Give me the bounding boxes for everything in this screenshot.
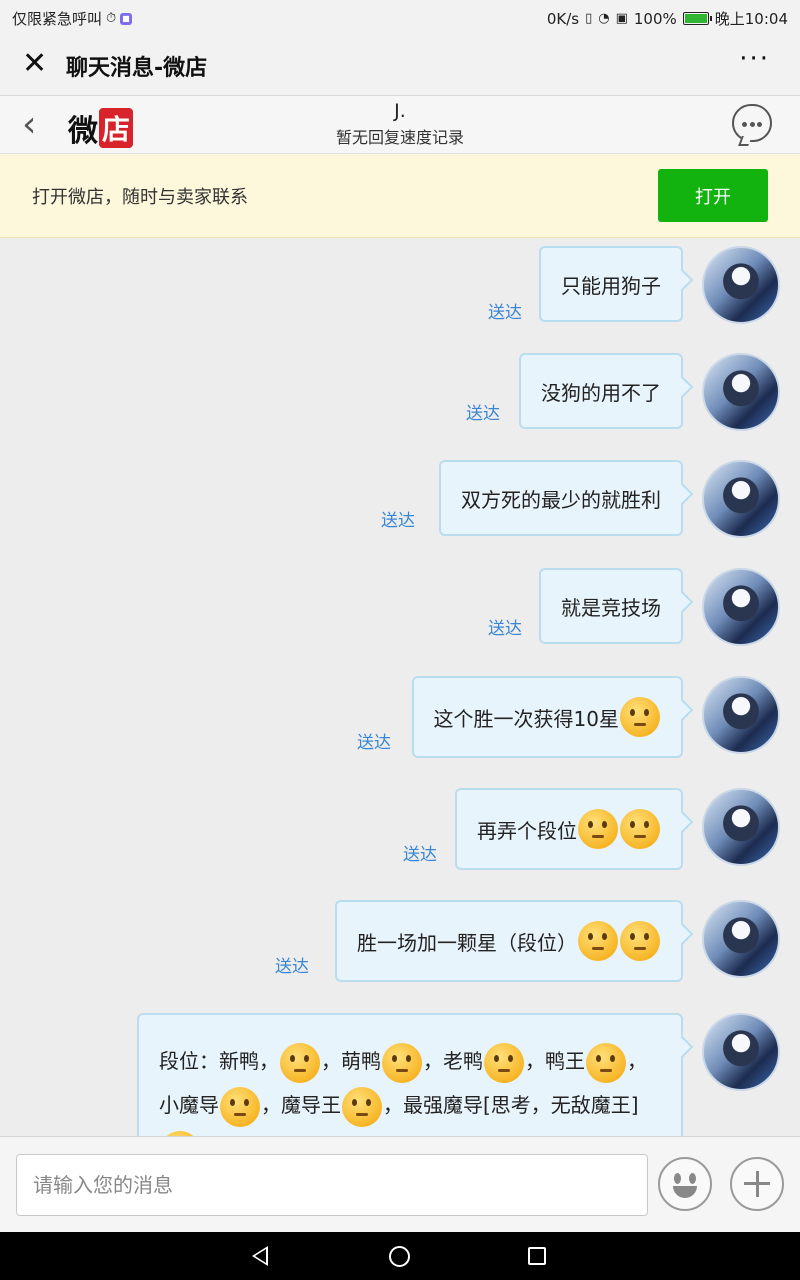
thinking-face-icon (342, 1086, 382, 1127)
alarm-icon: ⏱ (106, 11, 117, 26)
vibrate-icon: ▯ (585, 11, 593, 26)
message-bubble[interactable]: 再弄个段位 (455, 788, 683, 870)
app-notification-icon: ■ (120, 12, 132, 25)
message-bubble[interactable]: 没狗的用不了 (519, 353, 683, 429)
message-bubble[interactable]: 只能用狗子 (539, 246, 683, 322)
status-bar: 仅限紧急呼叫 ⏱ ■ 0K/s ▯ ◔ ▣ 100% 晚上10:04 (0, 0, 800, 34)
delivery-status: 送达 (488, 619, 522, 639)
thinking-face-icon (586, 1042, 626, 1083)
delivery-status: 送达 (357, 733, 391, 753)
chat-message-list[interactable]: 只能用狗子 送达 没狗的用不了 送达 双方死的最少的就胜利 送达 就是竞技场 送… (0, 238, 800, 1136)
network-speed: 0K/s (546, 9, 580, 28)
clock: 晚上10:04 (714, 10, 788, 28)
avatar[interactable] (702, 568, 780, 646)
thinking-face-icon (620, 921, 660, 961)
avatar[interactable] (702, 788, 780, 866)
banner-text: 打开微店，随时与卖家联系 (32, 187, 248, 208)
nav-back-icon[interactable] (252, 1246, 268, 1266)
thinking-face-icon (620, 697, 660, 737)
message-input-bar (0, 1136, 800, 1232)
peer-name: J. (394, 100, 406, 122)
message-bubble[interactable]: 胜一场加一颗星（段位） (335, 900, 683, 982)
delivery-status: 送达 (403, 845, 437, 865)
message-bubble[interactable]: 双方死的最少的就胜利 (439, 460, 683, 536)
message-input[interactable] (16, 1154, 648, 1216)
avatar[interactable] (702, 353, 780, 431)
message-bubble[interactable]: 段位：新鸭， ，萌鸭 ，老鸭 ，鸭王 ，小魔导 ，魔导王 ，最强魔导[思考，无敌魔王] (137, 1013, 683, 1136)
nav-recents-icon[interactable] (528, 1247, 546, 1265)
open-app-button[interactable]: 打开 (658, 169, 768, 222)
nav-home-icon[interactable] (389, 1246, 410, 1267)
thinking-face-icon (280, 1042, 320, 1083)
thinking-face-icon (578, 921, 618, 961)
close-icon[interactable]: ✕ (22, 48, 54, 80)
thinking-face-icon (484, 1042, 524, 1083)
avatar[interactable] (702, 460, 780, 538)
avatar[interactable] (702, 900, 780, 978)
avatar[interactable] (702, 676, 780, 754)
webview-header: ✕ 聊天消息-微店 ··· (0, 34, 800, 96)
delivery-status: 送达 (381, 511, 415, 531)
message-bubble[interactable]: 这个胜一次获得10星 (411, 676, 683, 758)
system-nav-bar (0, 1232, 800, 1280)
shop-header: ‹ 微 店 J. 暂无回复速度记录 (0, 96, 800, 154)
wifi-icon: ◔ (598, 11, 610, 26)
emoji-picker-icon[interactable] (658, 1157, 712, 1211)
delivery-status: 送达 (466, 404, 500, 424)
delivery-status: 送达 (488, 303, 522, 323)
chat-peer-info: J. 暂无回复速度记录 (0, 100, 800, 148)
page-title: 聊天消息-微店 (66, 56, 208, 81)
battery-saver-icon: ▣ (615, 11, 628, 26)
message-bubble-icon[interactable] (732, 104, 772, 142)
open-app-banner: 打开微店，随时与卖家联系 打开 (0, 154, 800, 238)
thinking-face-icon (382, 1042, 422, 1083)
carrier-text: 仅限紧急呼叫 (12, 10, 103, 28)
battery-icon (682, 12, 712, 25)
more-options-icon[interactable]: ··· (739, 44, 770, 74)
reply-speed-text: 暂无回复速度记录 (335, 128, 464, 147)
thinking-face-icon (578, 809, 618, 849)
thinking-face-icon (220, 1086, 260, 1127)
message-bubble[interactable]: 就是竞技场 (539, 568, 683, 644)
delivery-status: 送达 (275, 957, 309, 977)
avatar[interactable] (702, 1013, 780, 1091)
thinking-face-icon (620, 809, 660, 849)
battery-percent: 100% (633, 9, 677, 28)
avatar[interactable] (702, 246, 780, 324)
add-attachment-icon[interactable] (730, 1157, 784, 1211)
